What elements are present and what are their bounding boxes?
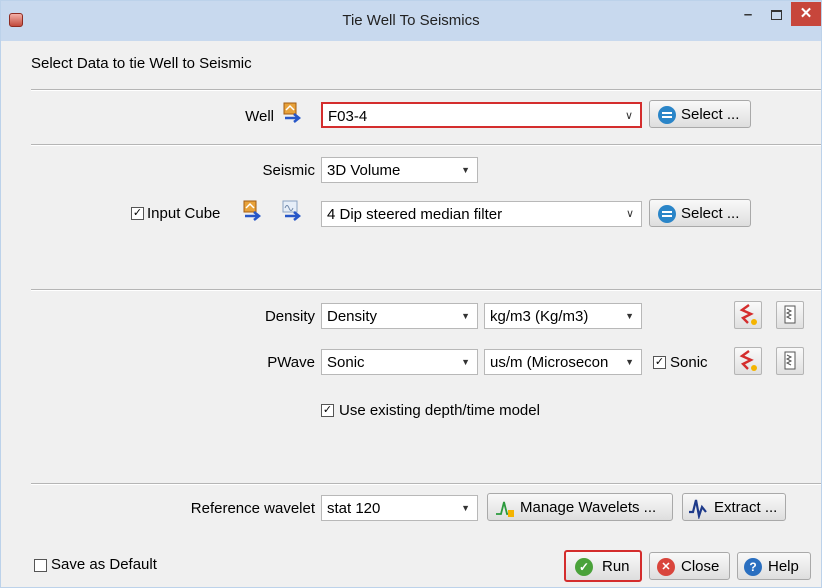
density-log-display-button[interactable]	[734, 301, 762, 329]
dropdown-arrow-icon: ▼	[625, 311, 634, 321]
extract-wavelet-icon	[689, 499, 707, 519]
well-select-button[interactable]: Select ...	[649, 100, 751, 128]
close-button[interactable]: ✕ Close	[649, 552, 730, 580]
seismic-type-select[interactable]: 3D Volume ▼	[321, 157, 478, 183]
divider	[31, 483, 821, 485]
checkmark-icon: ✓	[654, 356, 665, 368]
dropdown-arrow-icon: ▼	[461, 357, 470, 367]
maximize-icon	[770, 10, 782, 20]
input-cube-checkbox[interactable]: ✓	[131, 207, 144, 220]
close-label: Close	[681, 558, 720, 575]
help-button[interactable]: ? Help	[737, 552, 811, 580]
log-display-icon	[739, 350, 757, 371]
seismic-type-value: 3D Volume	[327, 162, 401, 179]
dropdown-arrow-icon: ▼	[461, 165, 470, 175]
run-label: Run	[602, 558, 630, 575]
divider	[31, 289, 821, 291]
checkmark-icon: ✓	[132, 207, 143, 219]
log-properties-icon	[784, 351, 796, 370]
density-log-props-button[interactable]	[776, 301, 804, 329]
use-existing-model-label: Use existing depth/time model	[339, 402, 540, 419]
close-icon: ✕	[657, 558, 675, 576]
cube-select-label: Select ...	[681, 205, 740, 222]
density-unit-value: kg/m3 (Kg/m3)	[490, 308, 589, 325]
pwave-log-display-button[interactable]	[734, 347, 762, 375]
title-bar: Tie Well To Seismics – ✕	[1, 1, 821, 41]
wavelet-select[interactable]: stat 120 ▼	[321, 495, 478, 521]
close-window-button[interactable]: ✕	[791, 2, 821, 26]
well-value: F03-4	[328, 108, 368, 125]
chevron-down-icon: ∨	[624, 110, 633, 122]
cube-import-icon[interactable]	[242, 200, 264, 222]
reference-wavelet-label: Reference wavelet	[190, 500, 315, 517]
density-unit-select[interactable]: kg/m3 (Kg/m3) ▼	[484, 303, 642, 329]
pwave-log-props-button[interactable]	[776, 347, 804, 375]
run-button[interactable]: ✓ Run	[564, 550, 642, 582]
input-cube-value: 4 Dip steered median filter	[327, 206, 503, 223]
minimize-button[interactable]: –	[734, 5, 762, 27]
density-log-select[interactable]: Density ▼	[321, 303, 478, 329]
dropdown-arrow-icon: ▼	[461, 311, 470, 321]
chevron-down-icon: ∨	[625, 208, 634, 220]
tie-well-dialog: Tie Well To Seismics – ✕ Select Data to …	[0, 0, 822, 588]
cube-select-button[interactable]: Select ...	[649, 199, 751, 227]
dialog-header: Select Data to tie Well to Seismic	[31, 55, 252, 72]
density-log-value: Density	[327, 308, 378, 325]
pwave-label: PWave	[267, 354, 315, 371]
input-cube-label: Input Cube	[147, 205, 221, 222]
dropdown-arrow-icon: ▼	[625, 357, 634, 367]
dropdown-arrow-icon: ▼	[461, 503, 470, 513]
density-label: Density	[264, 308, 315, 325]
manage-wavelets-button[interactable]: Manage Wavelets ...	[487, 493, 673, 521]
divider	[31, 144, 821, 146]
wavelet-value: stat 120	[327, 500, 381, 517]
checkmark-icon: ✓	[322, 404, 333, 416]
well-combo[interactable]: F03-4 ∨	[321, 102, 642, 128]
pwave-unit-select[interactable]: us/m (Microsecon ▼	[484, 349, 642, 375]
use-existing-model-checkbox[interactable]: ✓	[321, 404, 334, 417]
save-default-label: Save as Default	[51, 556, 157, 573]
help-label: Help	[768, 558, 799, 575]
pwave-unit-value: us/m (Microsecon	[490, 354, 609, 371]
manage-wavelets-label: Manage Wavelets ...	[520, 499, 657, 516]
question-icon: ?	[744, 558, 762, 576]
list-icon	[658, 106, 676, 124]
window-title: Tie Well To Seismics	[342, 12, 480, 29]
list-icon	[658, 205, 676, 223]
segy-import-icon[interactable]	[282, 200, 304, 222]
log-display-icon	[739, 304, 757, 325]
input-cube-combo[interactable]: 4 Dip steered median filter ∨	[321, 201, 642, 227]
log-properties-icon	[784, 305, 796, 324]
pwave-log-select[interactable]: Sonic ▼	[321, 349, 478, 375]
well-import-icon[interactable]	[282, 102, 304, 124]
sonic-checkbox[interactable]: ✓	[653, 356, 666, 369]
extract-wavelet-button[interactable]: Extract ...	[682, 493, 786, 521]
well-select-label: Select ...	[681, 106, 740, 123]
save-default-checkbox[interactable]	[34, 559, 47, 572]
sonic-label: Sonic	[670, 354, 708, 371]
divider	[31, 89, 821, 91]
wavelet-icon	[496, 501, 514, 517]
pwave-log-value: Sonic	[327, 354, 365, 371]
extract-label: Extract ...	[714, 499, 778, 516]
checkmark-icon: ✓	[575, 558, 593, 576]
well-label: Well	[245, 108, 274, 125]
seismic-label: Seismic	[262, 162, 315, 179]
maximize-button[interactable]	[762, 5, 790, 27]
